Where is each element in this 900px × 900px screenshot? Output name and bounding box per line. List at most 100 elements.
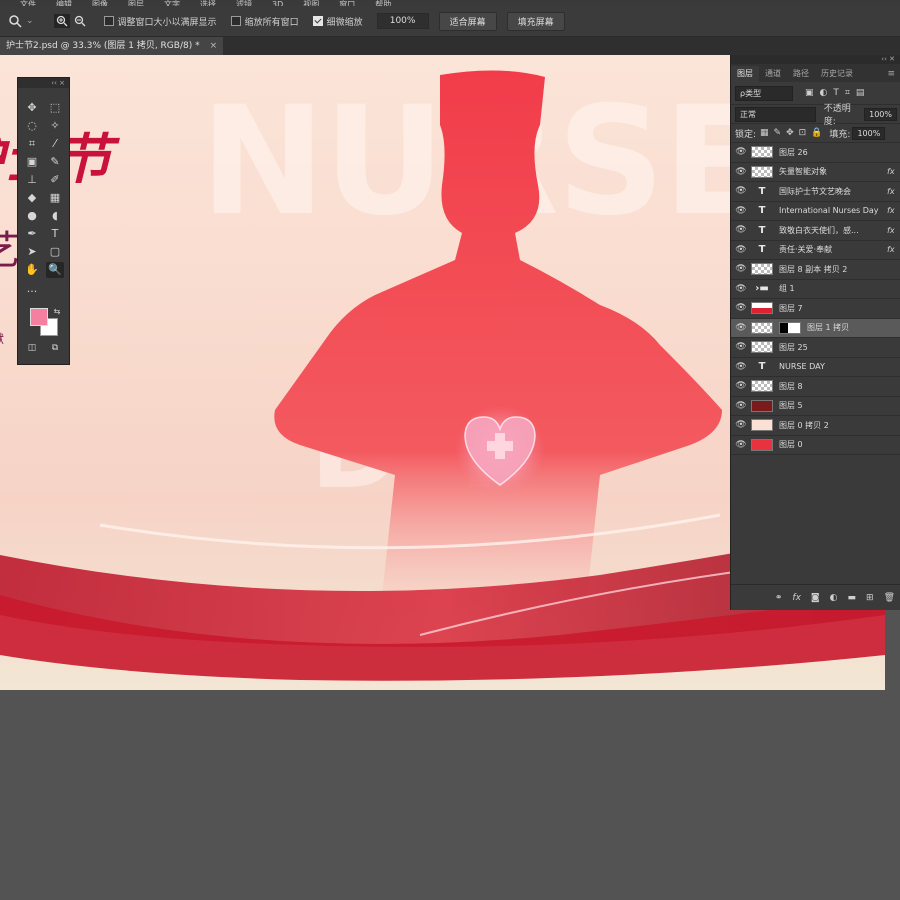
tab-channels[interactable]: 通道	[759, 66, 787, 82]
fx-icon[interactable]: fx	[792, 593, 801, 603]
new-layer-icon[interactable]: ⊞	[866, 593, 874, 603]
crop-tool-icon[interactable]: ⌗	[23, 136, 41, 152]
layer-name: NURSE DAY	[779, 362, 825, 372]
layer-row[interactable]: 👁 图层 26	[731, 143, 900, 163]
zoom-out-button[interactable]	[74, 15, 86, 27]
layer-row[interactable]: 👁 T 责任·关爱·奉献 fx	[731, 241, 900, 260]
lasso-tool-icon[interactable]: ◌	[23, 118, 41, 134]
history-brush-icon[interactable]: ✐	[46, 172, 64, 188]
layer-row[interactable]: 👁 图层 5	[731, 397, 900, 416]
visibility-eye-icon[interactable]: 👁	[731, 323, 751, 333]
visibility-eye-icon[interactable]: 👁	[731, 342, 751, 352]
fill-field[interactable]: 100%	[852, 126, 886, 140]
zoom-tool-icon[interactable]: 🔍	[46, 262, 64, 278]
quick-mask-icon[interactable]: ◫	[23, 340, 41, 356]
panel-menu-icon[interactable]: ≡	[887, 66, 900, 82]
visibility-eye-icon[interactable]: 👁	[731, 303, 751, 313]
layer-fx-badge[interactable]: fx	[887, 245, 900, 254]
adjustment-icon[interactable]: ◐	[830, 593, 838, 603]
layer-row[interactable]: 👁 图层 8	[731, 377, 900, 397]
pen-tool-icon[interactable]: ✒	[23, 226, 41, 242]
visibility-eye-icon[interactable]: 👁	[731, 381, 751, 391]
shape-tool-icon[interactable]: ▢	[46, 244, 64, 260]
brush-tool-icon[interactable]: ✎	[46, 154, 64, 170]
visibility-eye-icon[interactable]: 👁	[731, 167, 751, 177]
layer-row[interactable]: 👁 图层 8 副本 拷贝 2	[731, 260, 900, 280]
opacity-field[interactable]: 100%	[864, 107, 897, 121]
resize-windows-checkbox[interactable]: 调整窗口大小以满屏显示	[103, 15, 217, 28]
blend-mode-select[interactable]: 正常	[735, 106, 816, 122]
tab-history[interactable]: 历史记录	[815, 66, 859, 82]
zoom-all-windows-checkbox[interactable]: 缩放所有窗口	[230, 15, 299, 28]
folder-icon[interactable]: ▬	[848, 593, 857, 603]
visibility-eye-icon[interactable]: 👁	[731, 147, 751, 157]
layer-fx-badge[interactable]: fx	[887, 187, 900, 196]
layer-row[interactable]: 👁 T NURSE DAY	[731, 358, 900, 377]
fill-screen-button[interactable]: 填充屏幕	[506, 11, 565, 31]
panel-tabs: 图层 通道 路径 历史记录 ≡	[731, 64, 900, 82]
layer-row[interactable]: 👁 图层 25	[731, 338, 900, 358]
trash-icon[interactable]: 🗑	[884, 593, 895, 603]
text-layer-icon: T	[758, 224, 766, 236]
toolbox-header[interactable]: ‹‹ ×	[18, 78, 69, 88]
layer-mask-thumbnail[interactable]	[779, 321, 801, 334]
document-tab[interactable]: 护士节2.psd @ 33.3% (图层 1 拷贝, RGB/8) * ×	[0, 37, 224, 55]
layer-row[interactable]: 👁 图层 0 拷贝 2	[731, 416, 900, 436]
more-tools-icon[interactable]: ···	[23, 284, 41, 300]
hand-tool-icon[interactable]: ✋	[23, 262, 41, 278]
layer-row[interactable]: 👁 图层 7	[731, 299, 900, 319]
visibility-eye-icon[interactable]: 👁	[731, 440, 751, 450]
layer-name: 图层 1 拷贝	[807, 323, 850, 333]
visibility-eye-icon[interactable]: 👁	[731, 264, 751, 274]
eraser-tool-icon[interactable]: ◆	[23, 190, 41, 206]
zoom-percent-field[interactable]: 100%	[376, 13, 429, 29]
scrubby-zoom-checkbox[interactable]: 细微缩放	[312, 15, 363, 28]
layer-row[interactable]: 👁 图层 0	[731, 436, 900, 455]
fill-label: 填充:	[829, 129, 851, 140]
visibility-eye-icon[interactable]: 👁	[731, 420, 751, 430]
type-tool-icon[interactable]: T	[46, 226, 64, 242]
fit-screen-button[interactable]: 适合屏幕	[438, 11, 497, 31]
visibility-eye-icon[interactable]: 👁	[731, 206, 751, 216]
marquee-tool-icon[interactable]: ⬚	[46, 100, 64, 116]
tab-layers[interactable]: 图层	[731, 66, 759, 82]
visibility-eye-icon[interactable]: 👁	[731, 362, 751, 372]
layer-row[interactable]: 👁 ›▬ 组 1	[731, 280, 900, 299]
screen-mode-icon[interactable]: ⧉	[46, 340, 64, 356]
eyedropper-icon[interactable]: ⁄	[46, 136, 64, 152]
visibility-eye-icon[interactable]: 👁	[731, 186, 751, 196]
swap-colors-icon[interactable]: ⇆	[48, 304, 66, 320]
layer-row[interactable]: 👁 图层 1 拷贝	[731, 318, 900, 338]
visibility-eye-icon[interactable]: 👁	[731, 225, 751, 235]
layer-fx-badge[interactable]: fx	[887, 206, 900, 215]
dodge-tool-icon[interactable]: ◖	[46, 208, 64, 224]
zoom-in-button[interactable]	[53, 14, 70, 28]
stamp-tool-icon[interactable]: ⊥	[23, 172, 41, 188]
layer-row[interactable]: 👁 T International Nurses Day fx	[731, 202, 900, 221]
magic-wand-icon[interactable]: ✧	[46, 118, 64, 134]
layer-row[interactable]: 👁 矢量智能对象 fx	[731, 163, 900, 182]
filter-type-icons[interactable]: ▣◐T⌗▤	[805, 88, 870, 98]
group-folder-icon[interactable]: ›▬	[751, 283, 773, 294]
visibility-eye-icon[interactable]: 👁	[731, 245, 751, 255]
mask-icon[interactable]: ◙	[811, 593, 820, 603]
layer-fx-badge[interactable]: fx	[887, 226, 900, 235]
panel-collapse[interactable]: ‹‹ ✕	[731, 55, 900, 64]
zoom-tool-preset[interactable]: ⌄	[8, 14, 34, 28]
visibility-eye-icon[interactable]: 👁	[731, 284, 751, 294]
gradient-tool-icon[interactable]: ▦	[46, 190, 64, 206]
layer-row[interactable]: 👁 T 致敬白衣天使们，感... fx	[731, 221, 900, 241]
path-select-icon[interactable]: ➤	[23, 244, 41, 260]
move-tool-icon[interactable]: ✥	[23, 100, 41, 116]
layer-row[interactable]: 👁 T 国际护士节文艺晚会 fx	[731, 182, 900, 202]
layer-fx-badge[interactable]: fx	[887, 167, 900, 176]
close-icon[interactable]: ×	[210, 37, 218, 55]
link-icon[interactable]: ⚭	[775, 593, 783, 603]
visibility-eye-icon[interactable]: 👁	[731, 401, 751, 411]
blur-tool-icon[interactable]: ●	[23, 208, 41, 224]
lock-icons[interactable]: ▦✎✥⊡🔒	[760, 128, 827, 138]
healing-brush-icon[interactable]: ▣	[23, 154, 41, 170]
tab-paths[interactable]: 路径	[787, 66, 815, 82]
layer-filter-select[interactable]: ρ类型	[735, 85, 793, 101]
layer-name: 国际护士节文艺晚会	[779, 186, 851, 196]
